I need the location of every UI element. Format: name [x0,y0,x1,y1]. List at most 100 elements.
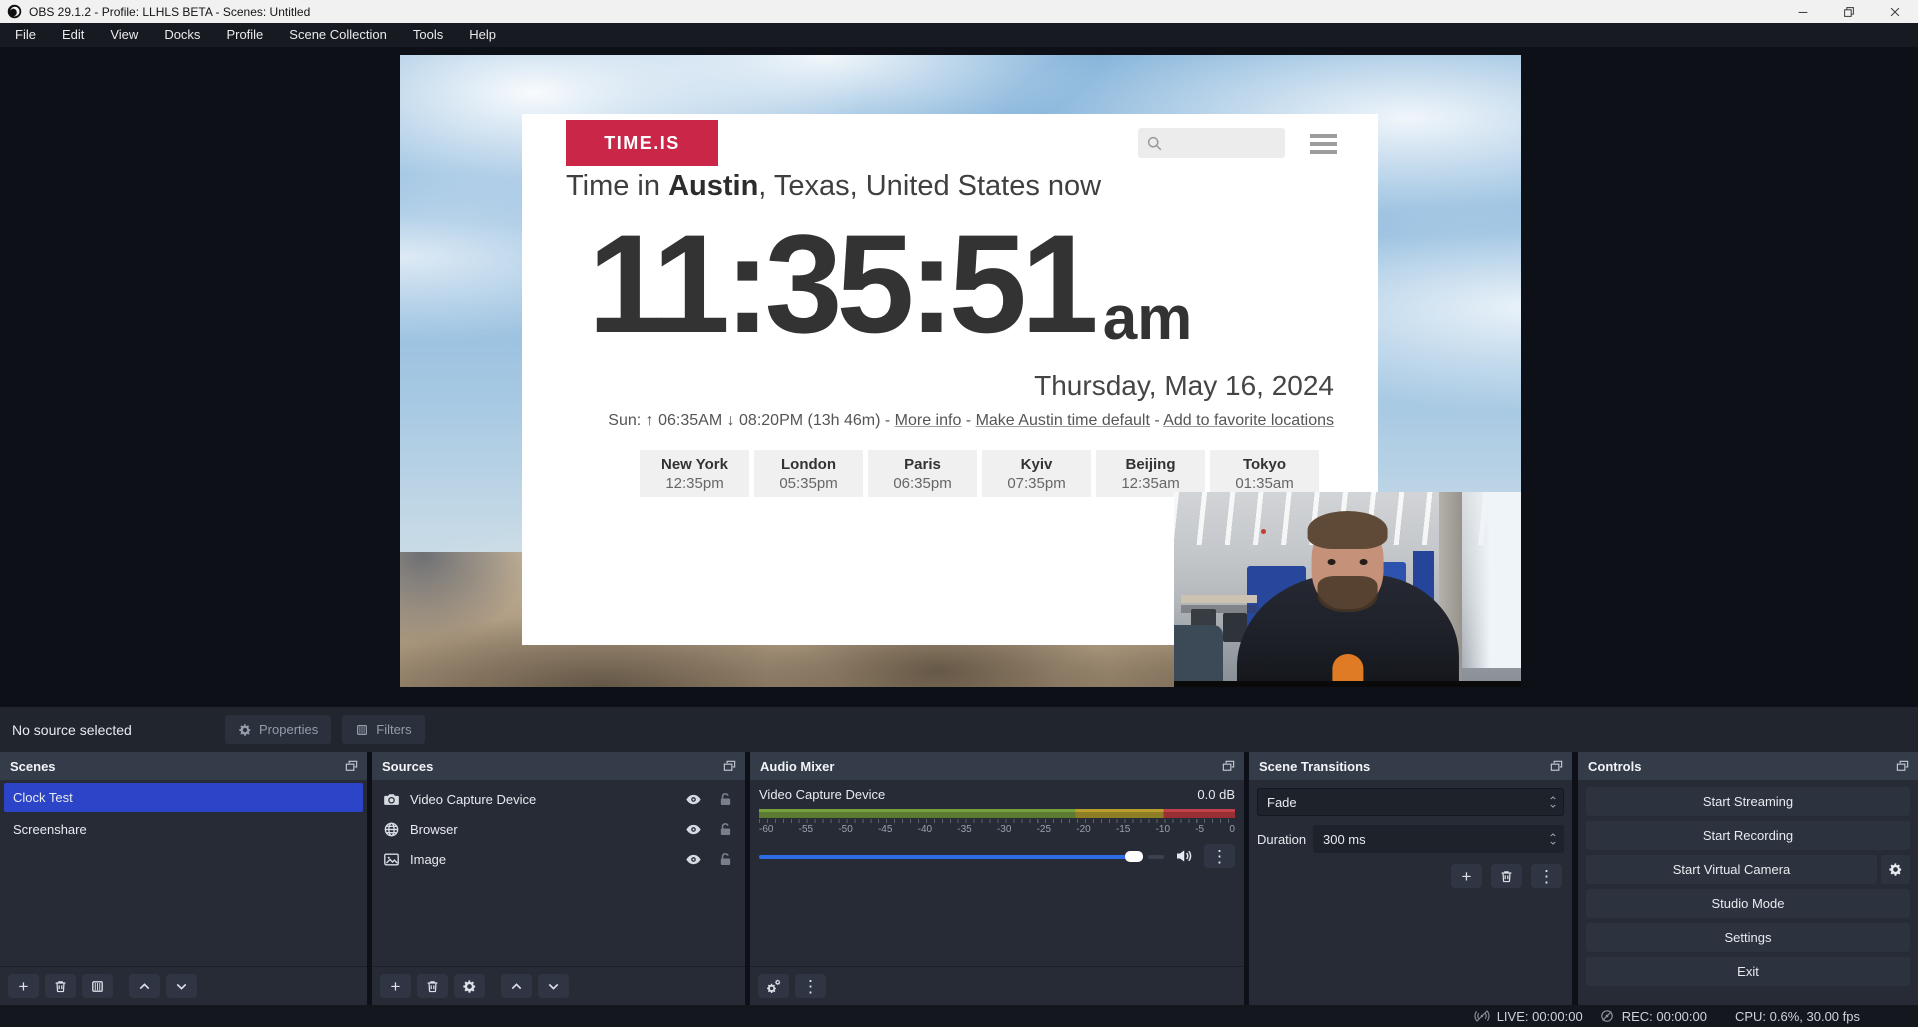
status-bar: LIVE: 00:00:00 REC: 00:00:00 CPU: 0.6%, … [0,1005,1918,1027]
start-streaming-button[interactable]: Start Streaming [1586,787,1910,816]
timeis-logo: TIME.IS [566,120,718,166]
virtual-camera-settings-button[interactable] [1881,855,1910,884]
sources-toolbar: + [372,966,745,1005]
source-row-browser[interactable]: Browser [372,814,745,844]
city-box: New York12:35pm [640,450,749,497]
city-box: Beijing12:35am [1096,450,1205,497]
chevron-up-icon [137,979,152,994]
volume-slider-handle[interactable] [1125,851,1143,862]
menu-docks[interactable]: Docks [151,23,213,47]
menu-tools[interactable]: Tools [400,23,456,47]
controls-popout-button[interactable] [1895,759,1910,774]
popout-icon [344,759,359,774]
transitions-popout-button[interactable] [1549,759,1564,774]
audio-mixer-header: Audio Mixer [750,752,1244,780]
transition-select[interactable]: Fade [1257,788,1564,816]
move-source-down-button[interactable] [538,974,569,998]
lock-toggle[interactable] [717,791,734,808]
filters-button[interactable]: Filters [342,715,424,744]
chevron-down-icon [546,979,561,994]
mute-toggle[interactable] [1175,847,1193,865]
add-scene-button[interactable]: + [8,974,39,998]
transition-options-button[interactable]: ⋮ [1531,864,1562,888]
remove-source-button[interactable] [417,974,448,998]
popout-icon [722,759,737,774]
scenes-popout-button[interactable] [344,759,359,774]
visibility-toggle[interactable] [685,851,702,868]
rec-timer: REC: 00:00:00 [1622,1009,1707,1024]
hamburger-menu-icon [1310,134,1337,154]
unlock-icon [717,821,734,838]
visibility-toggle[interactable] [685,791,702,808]
unlock-icon [717,851,734,868]
live-signal-icon [1474,1008,1490,1024]
speaker-icon [1175,847,1193,865]
fire-alarm-light [1261,529,1266,534]
move-scene-up-button[interactable] [129,974,160,998]
visibility-toggle[interactable] [685,821,702,838]
city-box: Paris06:35pm [868,450,977,497]
source-row-video-capture[interactable]: Video Capture Device [372,784,745,814]
gear-icon [462,979,477,994]
volume-slider[interactable] [759,850,1164,863]
duration-spinner[interactable]: 300 ms [1313,825,1564,853]
move-source-up-button[interactable] [501,974,532,998]
properties-button[interactable]: Properties [225,715,331,744]
mixer-level-db: 0.0 dB [1197,787,1235,802]
menu-view[interactable]: View [97,23,151,47]
source-selection-toolbar: No source selected Properties Filters [0,707,1918,752]
popout-icon [1549,759,1564,774]
program-preview[interactable]: TIME.IS Time in Austin, Texas, United St… [400,55,1521,687]
advanced-audio-button[interactable] [758,974,789,998]
menu-help[interactable]: Help [456,23,509,47]
sources-panel: Sources Video Capture Device Browser [372,752,745,1005]
timeis-sun-line: Sun: ↑ 06:35AM ↓ 08:20PM (13h 46m) - Mor… [608,412,1334,430]
start-virtual-camera-button[interactable]: Start Virtual Camera [1586,855,1877,884]
lock-toggle[interactable] [717,821,734,838]
move-scene-down-button[interactable] [166,974,197,998]
image-icon [383,851,400,868]
close-button[interactable] [1872,0,1918,23]
mixer-options-button[interactable]: ⋮ [795,974,826,998]
menu-scene-collection[interactable]: Scene Collection [276,23,400,47]
channel-options-button[interactable]: ⋮ [1204,844,1235,868]
settings-button[interactable]: Settings [1586,923,1910,952]
city-box: Kyiv07:35pm [982,450,1091,497]
restore-button[interactable] [1826,0,1872,23]
sources-popout-button[interactable] [722,759,737,774]
source-properties-button[interactable] [454,974,485,998]
cpu-fps-stats: CPU: 0.6%, 30.00 fps [1735,1009,1860,1024]
menu-edit[interactable]: Edit [49,23,97,47]
add-source-button[interactable]: + [380,974,411,998]
minimize-button[interactable] [1780,0,1826,23]
timeis-date: Thursday, May 16, 2024 [1034,370,1334,402]
scene-filters-button[interactable] [82,974,113,998]
city-box: London05:35pm [754,450,863,497]
add-favorite-link: Add to favorite locations [1163,412,1334,429]
add-transition-button[interactable]: + [1451,864,1482,888]
remove-transition-button[interactable] [1491,864,1522,888]
studio-mode-button[interactable]: Studio Mode [1586,889,1910,918]
minimize-icon [1796,5,1810,19]
menu-file[interactable]: File [2,23,49,47]
popout-icon [1221,759,1236,774]
unlock-icon [717,791,734,808]
chevron-down-icon [174,979,189,994]
scene-item-screenshare[interactable]: Screenshare [4,815,363,844]
scenes-toolbar: + [0,966,367,1005]
source-row-image[interactable]: Image [372,844,745,874]
mixer-popout-button[interactable] [1221,759,1236,774]
scene-item-clock-test[interactable]: Clock Test [4,783,363,812]
menu-profile[interactable]: Profile [213,23,276,47]
exit-button[interactable]: Exit [1586,957,1910,986]
mixer-toolbar: ⋮ [750,966,1244,1005]
start-recording-button[interactable]: Start Recording [1586,821,1910,850]
close-icon [1888,5,1902,19]
obs-window: OBS 29.1.2 - Profile: LLHLS BETA - Scene… [0,0,1918,1027]
chevron-up-icon [509,979,524,994]
remove-scene-button[interactable] [45,974,76,998]
webcam-overlay [1174,492,1521,687]
gears-icon [766,979,781,994]
lock-toggle[interactable] [717,851,734,868]
meter-tick-labels: -60-55-50-45-40-35-30-25-20-15-10-50 [759,824,1235,835]
